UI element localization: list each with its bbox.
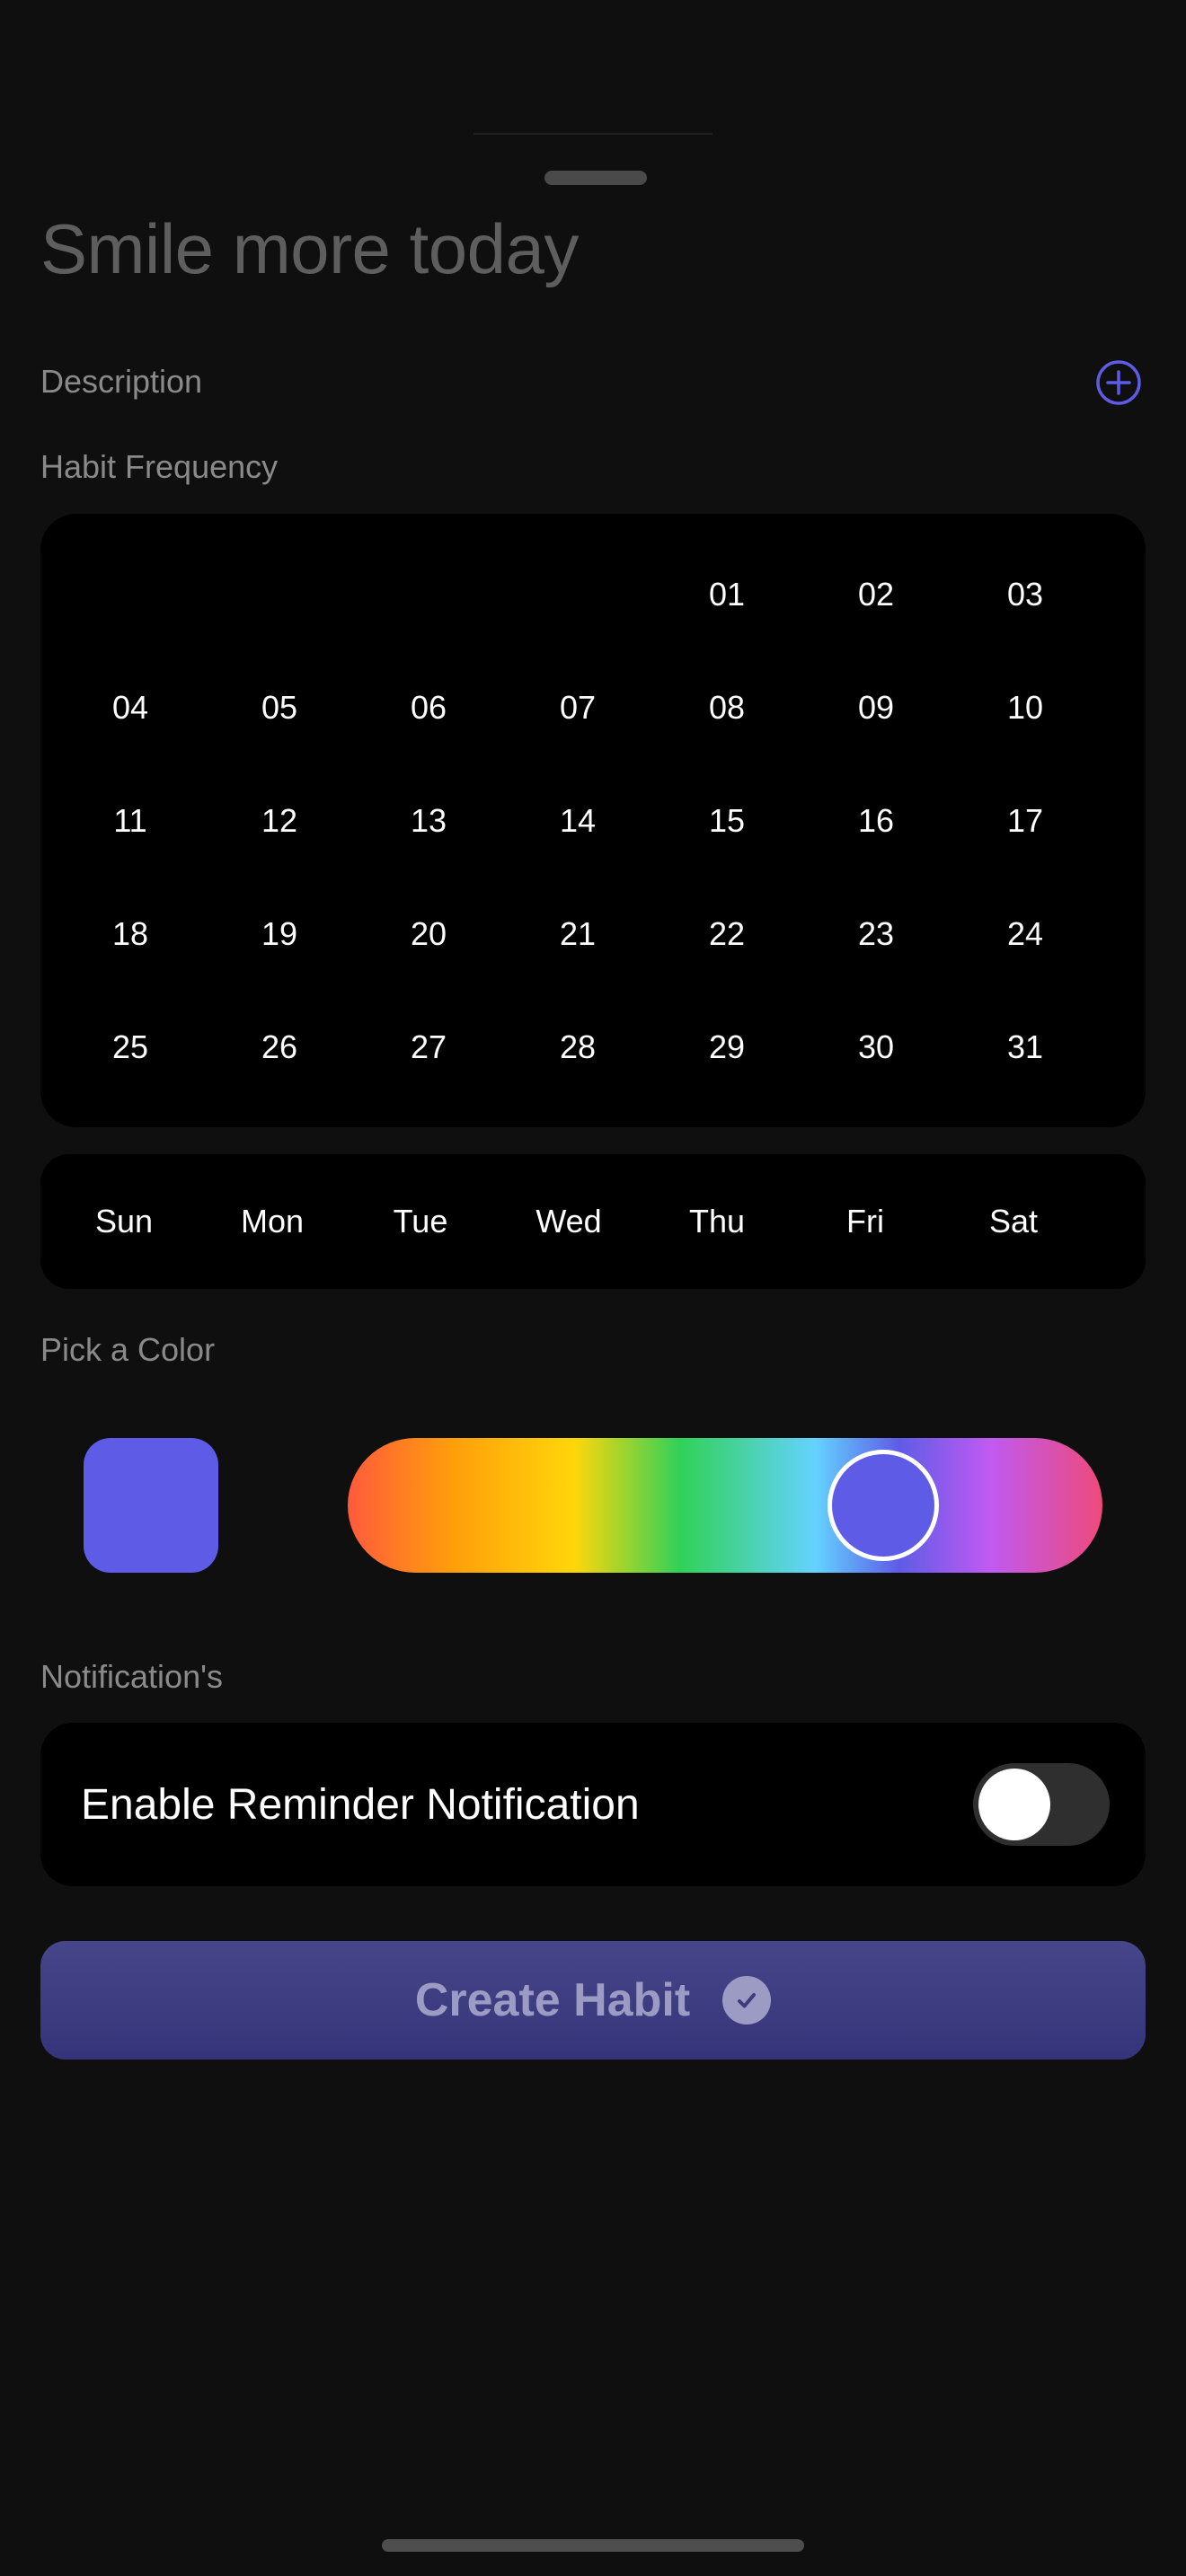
day-cell[interactable]: 26 bbox=[226, 1016, 333, 1079]
day-cell[interactable]: 18 bbox=[76, 903, 184, 966]
day-cell[interactable]: 07 bbox=[524, 676, 632, 739]
top-divider bbox=[474, 133, 712, 135]
toggle-knob bbox=[978, 1769, 1050, 1840]
weekday-mon[interactable]: Mon bbox=[209, 1190, 335, 1253]
pick-color-label: Pick a Color bbox=[40, 1331, 216, 1368]
habit-title-field[interactable]: Smile more today bbox=[40, 208, 579, 290]
month-day-grid: 01 02 03 04 05 06 07 08 09 10 11 12 13 14 15 16 17 18 19 20… bbox=[40, 514, 1146, 1127]
day-cell[interactable]: 21 bbox=[524, 903, 632, 966]
day-cell[interactable]: 17 bbox=[971, 790, 1079, 852]
day-cell[interactable]: 30 bbox=[822, 1016, 930, 1079]
day-cell[interactable]: 24 bbox=[971, 903, 1079, 966]
notification-card: Enable Reminder Notification bbox=[40, 1723, 1146, 1886]
day-cell[interactable]: 10 bbox=[971, 676, 1079, 739]
day-cell[interactable]: 06 bbox=[375, 676, 482, 739]
reminder-toggle[interactable] bbox=[973, 1763, 1110, 1846]
day-cell[interactable]: 01 bbox=[673, 563, 781, 626]
color-slider-track[interactable] bbox=[348, 1438, 1102, 1573]
day-cell[interactable]: 08 bbox=[673, 676, 781, 739]
day-cell[interactable]: 22 bbox=[673, 903, 781, 966]
weekday-wed[interactable]: Wed bbox=[506, 1190, 632, 1253]
habit-frequency-label: Habit Frequency bbox=[40, 448, 279, 485]
day-cell[interactable]: 04 bbox=[76, 676, 184, 739]
weekday-thu[interactable]: Thu bbox=[654, 1190, 780, 1253]
day-cell[interactable]: 16 bbox=[822, 790, 930, 852]
day-cell[interactable]: 25 bbox=[76, 1016, 184, 1079]
weekday-tue[interactable]: Tue bbox=[358, 1190, 483, 1253]
day-cell[interactable]: 13 bbox=[375, 790, 482, 852]
weekday-sat[interactable]: Sat bbox=[951, 1190, 1076, 1253]
day-cell[interactable]: 28 bbox=[524, 1016, 632, 1079]
day-cell[interactable]: 14 bbox=[524, 790, 632, 852]
day-cell[interactable]: 05 bbox=[226, 676, 333, 739]
create-habit-button[interactable]: Create Habit bbox=[40, 1941, 1146, 2060]
weekday-selector: Sun Mon Tue Wed Thu Fri Sat bbox=[40, 1154, 1146, 1289]
weekday-fri[interactable]: Fri bbox=[802, 1190, 928, 1253]
day-cell[interactable]: 12 bbox=[226, 790, 333, 852]
selected-color-swatch bbox=[84, 1438, 218, 1573]
day-cell[interactable]: 11 bbox=[76, 790, 184, 852]
create-habit-label: Create Habit bbox=[414, 1974, 691, 2026]
weekday-sun[interactable]: Sun bbox=[61, 1190, 187, 1253]
day-cell[interactable]: 20 bbox=[375, 903, 482, 966]
day-cell[interactable]: 23 bbox=[822, 903, 930, 966]
day-cell[interactable]: 02 bbox=[822, 563, 930, 626]
day-cell[interactable]: 15 bbox=[673, 790, 781, 852]
day-cell[interactable]: 03 bbox=[971, 563, 1079, 626]
create-habit-sheet: Smile more today Description Habit Frequ… bbox=[0, 0, 1186, 2576]
sheet-grabber[interactable] bbox=[544, 171, 647, 185]
reminder-label: Enable Reminder Notification bbox=[81, 1780, 640, 1829]
notifications-label: Notification's bbox=[40, 1658, 223, 1695]
day-cell[interactable]: 31 bbox=[971, 1016, 1079, 1079]
day-cell[interactable]: 09 bbox=[822, 676, 930, 739]
checkmark-circle-icon bbox=[722, 1976, 772, 2025]
day-cell[interactable]: 29 bbox=[673, 1016, 781, 1079]
day-cell[interactable]: 19 bbox=[226, 903, 333, 966]
add-description-button[interactable] bbox=[1095, 359, 1142, 406]
home-indicator bbox=[382, 2539, 804, 2552]
day-cell[interactable]: 27 bbox=[375, 1016, 482, 1079]
plus-circle-icon bbox=[1096, 360, 1141, 405]
color-slider-thumb[interactable] bbox=[828, 1450, 939, 1561]
description-label: Description bbox=[40, 363, 203, 400]
